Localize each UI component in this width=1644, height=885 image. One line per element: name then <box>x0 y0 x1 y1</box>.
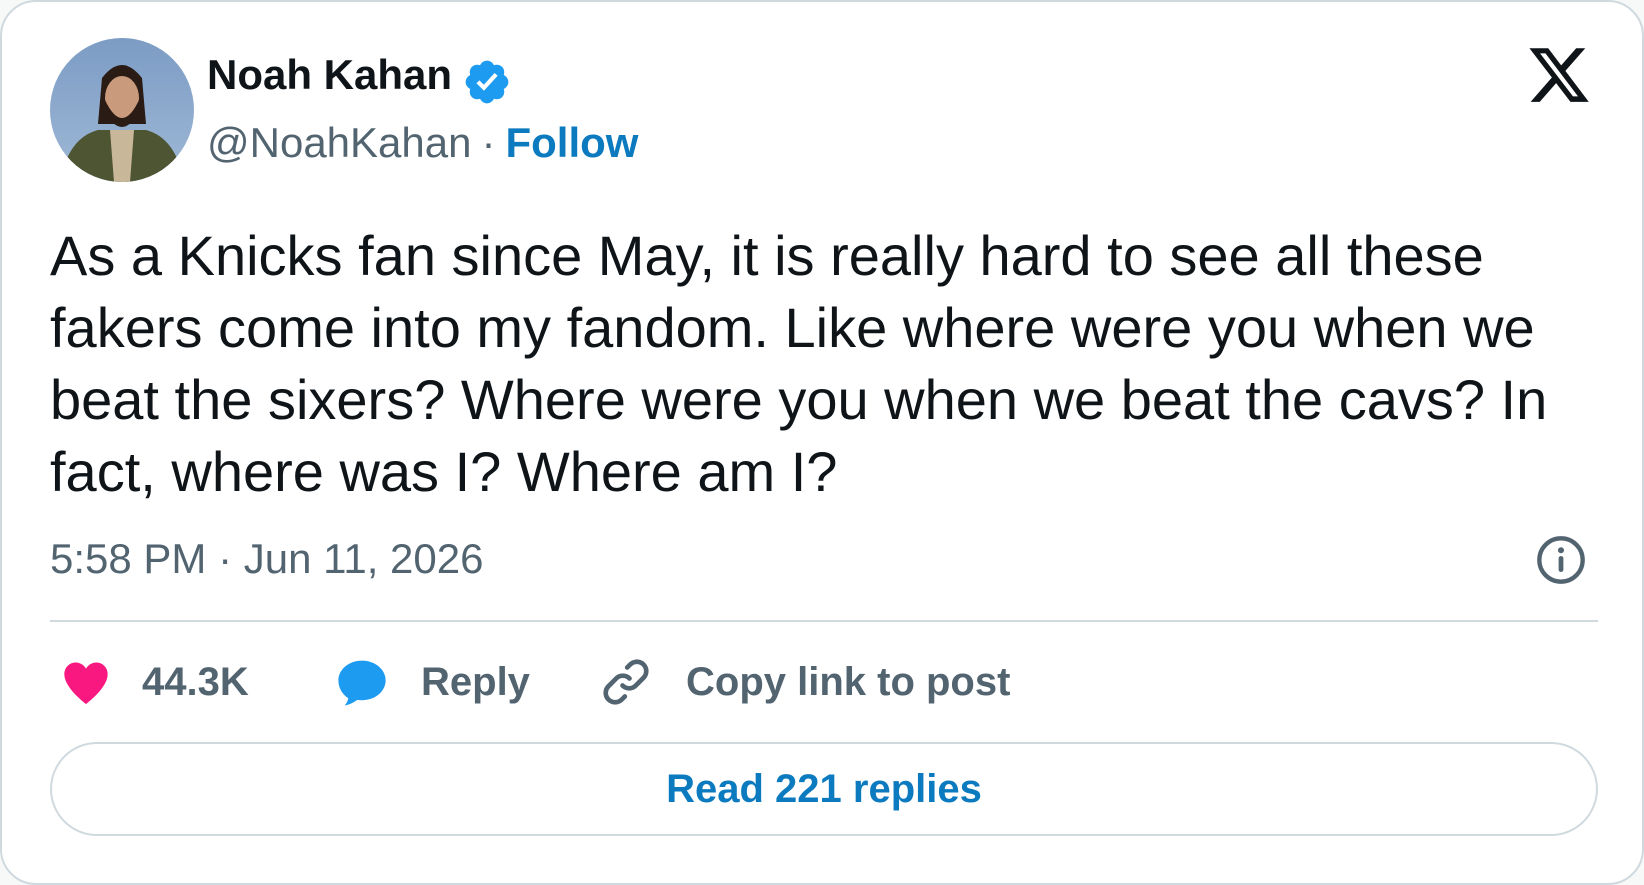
speech-bubble-icon <box>338 660 386 706</box>
reply-button[interactable]: Reply <box>335 652 530 712</box>
handle-row: @NoahKahan · Follow <box>207 115 638 171</box>
reply-label: Reply <box>421 659 530 704</box>
info-icon[interactable] <box>1535 534 1587 586</box>
heart-icon <box>64 662 108 705</box>
copy-link-button[interactable]: Copy link to post <box>598 652 1010 712</box>
x-logo-icon[interactable] <box>1524 42 1594 108</box>
separator-dot: · <box>481 119 496 166</box>
like-button[interactable]: 44.3K <box>60 652 249 712</box>
copy-link-label: Copy link to post <box>686 659 1011 704</box>
follow-link[interactable]: Follow <box>506 119 639 166</box>
avatar[interactable] <box>50 38 194 182</box>
author-name[interactable]: Noah Kahan <box>207 49 452 101</box>
link-icon <box>603 659 649 705</box>
avatar-image <box>50 38 194 182</box>
verified-badge-icon <box>465 60 509 104</box>
tweet-text: As a Knicks fan since May, it is really … <box>50 224 1548 503</box>
likes-count: 44.3K <box>142 659 249 704</box>
tweet-embed-card: Noah Kahan @NoahKahan · Follow As a Knicks… <box>0 0 1644 885</box>
author-handle[interactable]: @NoahKahan <box>207 119 472 166</box>
read-replies-button[interactable]: Read 221 replies <box>50 742 1598 836</box>
tweet-timestamp[interactable]: 5:58 PM · Jun 11, 2026 <box>50 531 484 587</box>
divider <box>50 620 1598 622</box>
